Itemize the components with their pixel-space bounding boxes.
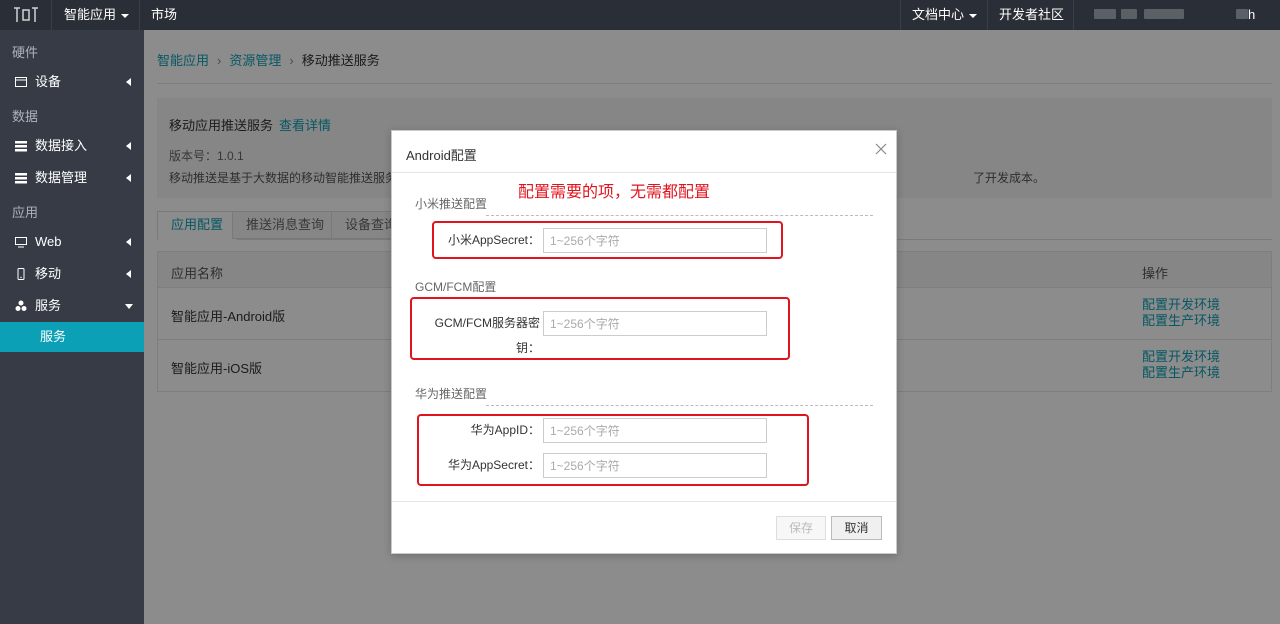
redacted-text	[1144, 9, 1184, 19]
chevron-left-icon	[126, 270, 131, 278]
android-config-dialog: Android配置 配置需要的项，无需都配置 小米推送配置 小米AppSecre…	[391, 130, 897, 554]
sidebar-group-hardware: 硬件	[12, 45, 39, 60]
sidebar-item-web[interactable]: Web	[0, 226, 144, 258]
sidebar: 硬件 设备 数据 数据接入 数据管理 应用 Web 移动 服务 服务	[0, 30, 144, 624]
sidebar-item-label: Web	[35, 234, 62, 249]
chevron-left-icon	[126, 174, 131, 182]
top-navbar: 智能应用 市场 文档中心 开发者社区 h	[0, 0, 1280, 30]
developer-community-link[interactable]: 开发者社区	[999, 0, 1064, 30]
cancel-button[interactable]: 取消	[831, 516, 882, 540]
section-title-gcm: GCM/FCM配置	[415, 280, 497, 294]
redacted-text	[1236, 9, 1248, 19]
divider	[1073, 0, 1074, 30]
user-menu[interactable]: h	[1248, 0, 1255, 30]
section-title-xiaomi: 小米推送配置	[415, 197, 488, 211]
logo-icon	[13, 7, 38, 22]
section-title-huawei: 华为推送配置	[415, 387, 488, 401]
annotation-box	[410, 297, 790, 360]
sidebar-item-label: 数据接入	[35, 138, 88, 153]
sidebar-item-service[interactable]: 服务	[0, 290, 144, 322]
close-icon[interactable]	[874, 142, 888, 156]
window-icon	[15, 77, 27, 87]
save-button[interactable]: 保存	[776, 516, 826, 540]
sidebar-group-app: 应用	[12, 205, 39, 220]
sidebar-subitem-service[interactable]: 服务	[0, 322, 144, 352]
divider	[139, 0, 140, 30]
annotation-box	[432, 221, 783, 259]
docs-center-dropdown[interactable]: 文档中心	[912, 0, 978, 30]
chevron-down-icon	[125, 304, 133, 309]
app-menu-dropdown[interactable]: 智能应用	[64, 0, 130, 30]
sidebar-item-label: 数据管理	[35, 170, 88, 185]
dashed-divider	[486, 215, 873, 216]
divider	[900, 0, 901, 30]
sidebar-group-data: 数据	[12, 109, 39, 124]
chevron-left-icon	[126, 238, 131, 246]
market-link[interactable]: 市场	[151, 0, 177, 30]
monitor-icon	[15, 237, 27, 248]
annotation-box	[417, 414, 809, 486]
list-icon	[15, 141, 27, 152]
logo[interactable]	[0, 0, 52, 30]
chevron-down-icon	[121, 13, 130, 18]
cubes-icon	[15, 300, 27, 311]
annotation-text: 配置需要的项，无需都配置	[518, 184, 711, 201]
chevron-left-icon	[126, 78, 131, 86]
redacted-text	[1094, 9, 1116, 19]
dialog-footer-divider	[392, 501, 896, 502]
sidebar-item-data-manage[interactable]: 数据管理	[0, 162, 144, 194]
sidebar-item-label: 服务	[35, 298, 62, 313]
divider	[987, 0, 988, 30]
dialog-title: Android配置	[406, 148, 477, 163]
sidebar-item-device[interactable]: 设备	[0, 66, 144, 98]
dashed-divider	[486, 405, 873, 406]
sidebar-item-label: 移动	[35, 266, 62, 281]
sidebar-item-mobile[interactable]: 移动	[0, 258, 144, 290]
redacted-text	[1121, 9, 1137, 19]
sidebar-item-data-ingest[interactable]: 数据接入	[0, 130, 144, 162]
dialog-header: Android配置	[392, 131, 896, 173]
list-icon	[15, 173, 27, 184]
chevron-down-icon	[969, 13, 978, 18]
sidebar-item-label: 设备	[35, 74, 62, 89]
mobile-phone-icon	[17, 268, 25, 280]
chevron-left-icon	[126, 142, 131, 150]
